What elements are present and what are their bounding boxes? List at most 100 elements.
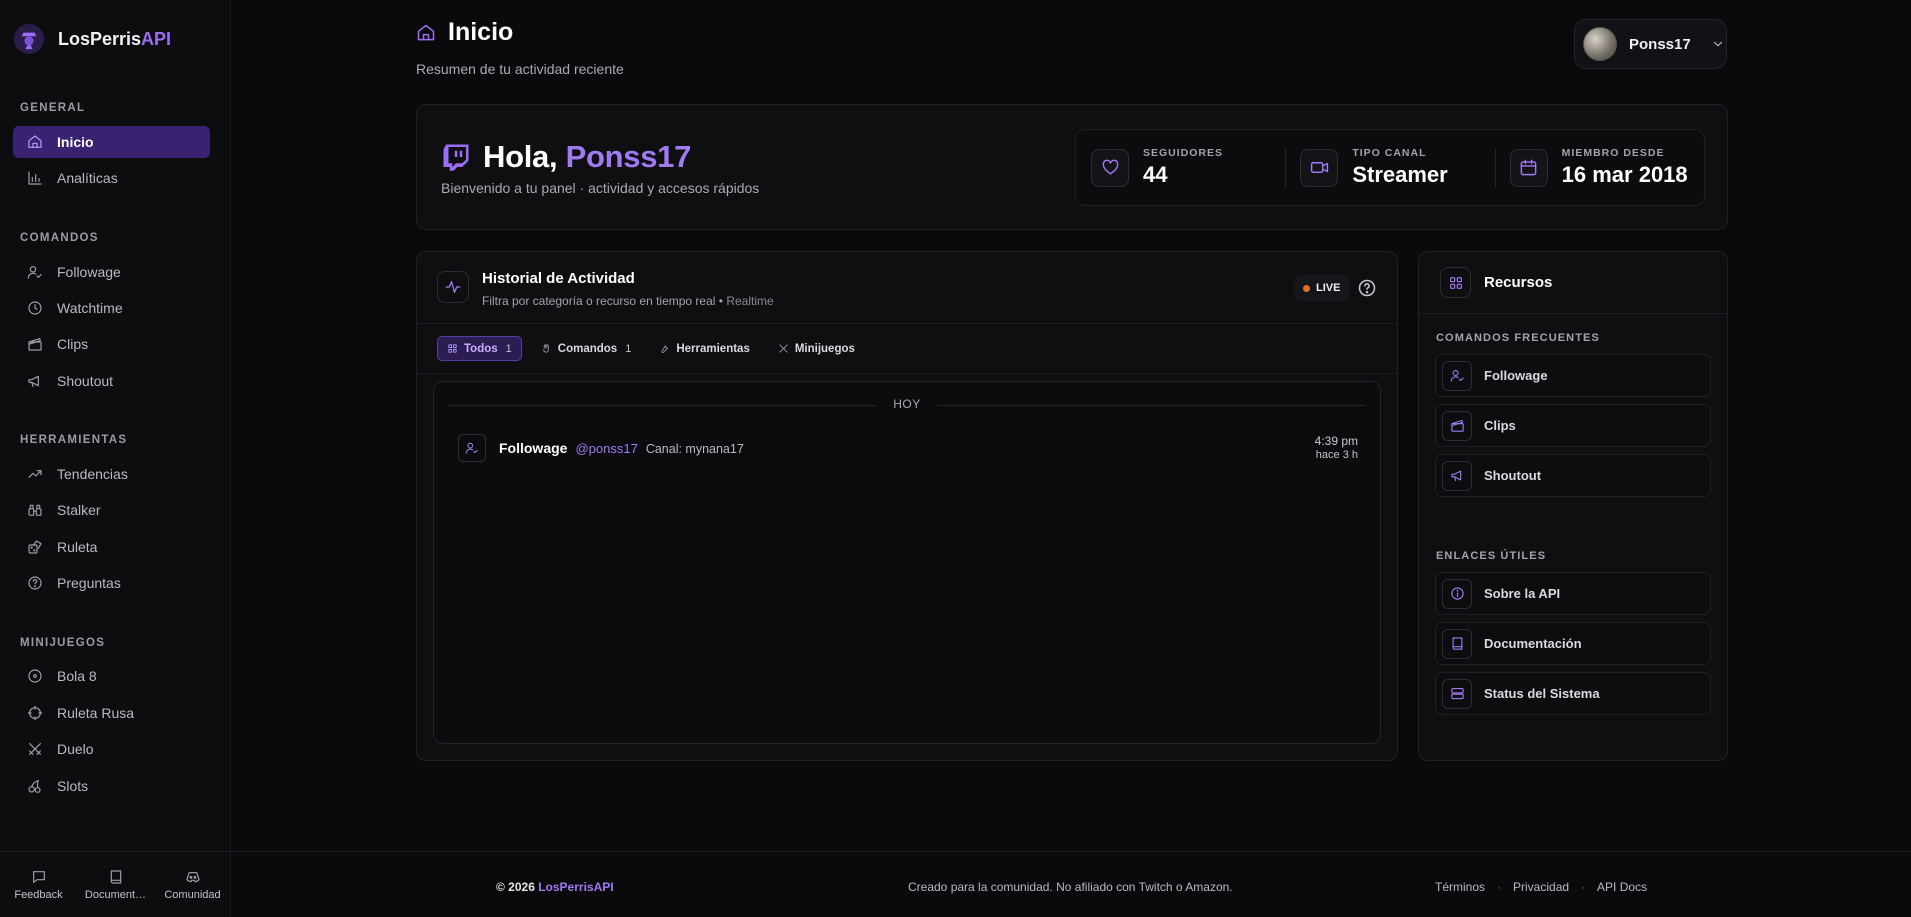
api-docs-link[interactable]: API Docs <box>1597 880 1647 894</box>
resource-label: Sobre la API <box>1484 586 1561 601</box>
activity-header: Historial de Actividad Filtra por catego… <box>417 252 1397 324</box>
sidebar-item-inicio[interactable]: Inicio <box>13 126 210 158</box>
sidebar-item-followage[interactable]: Followage <box>13 256 210 288</box>
stat-value: 44 <box>1143 162 1168 187</box>
community-label: Comunidad <box>164 888 221 901</box>
page-footer: © 2026 LosPerrisAPI Creado para la comun… <box>231 851 1911 917</box>
greeting-text: Hola, <box>483 139 566 174</box>
avatar <box>1583 27 1617 61</box>
activity-subtitle: Filtra por categoría o recurso en tiempo… <box>482 294 774 308</box>
clapperboard-icon <box>1450 419 1464 432</box>
sidebar-item-ruleta[interactable]: Ruleta <box>13 531 210 563</box>
sidebar-item-label: Duelo <box>57 741 94 757</box>
swords-icon <box>29 743 41 755</box>
filter-herramientas[interactable]: Herramientas <box>650 336 759 361</box>
sidebar-item-slots[interactable]: Slots <box>13 770 210 802</box>
server-icon <box>1450 687 1464 700</box>
clapperboard-icon <box>28 338 42 351</box>
separator: · <box>1497 880 1502 894</box>
realtime-label: Realtime <box>726 294 774 308</box>
detective-dog-logo-icon <box>14 24 44 54</box>
footer-brand-link[interactable]: LosPerrisAPI <box>538 880 613 894</box>
help-button[interactable] <box>1357 278 1377 298</box>
resource-icon-box <box>1442 628 1472 659</box>
user-menu-button[interactable]: Ponss17 <box>1574 19 1727 69</box>
twitch-icon <box>443 144 469 171</box>
filter-comandos[interactable]: Comandos 1 <box>532 336 641 361</box>
activity-filters: Todos 1 Comandos 1 Herramientas Minijueg… <box>437 336 864 361</box>
filter-todos[interactable]: Todos 1 <box>437 336 522 361</box>
sidebar-item-label: Ruleta <box>57 539 98 555</box>
resource-label: Shoutout <box>1484 468 1542 483</box>
stat-member-since: MIEMBRO DESDE 16 mar 2018 <box>1494 130 1704 205</box>
nav-section-general: GENERAL <box>20 102 86 114</box>
link-sobre-api[interactable]: Sobre la API <box>1435 572 1711 615</box>
event-text: Followage @ponss17 Canal: mynana17 <box>499 440 744 456</box>
resource-icon-box <box>1442 360 1472 391</box>
sidebar-item-ruleta-rusa[interactable]: Ruleta Rusa <box>13 697 210 729</box>
resource-followage[interactable]: Followage <box>1435 354 1711 397</box>
user-check-icon <box>27 266 42 279</box>
feedback-link[interactable]: Feedback <box>4 869 74 901</box>
resource-icon-box <box>1442 578 1472 609</box>
sidebar-item-preguntas[interactable]: Preguntas <box>13 567 210 599</box>
footer-links: Términos · Privacidad · API Docs <box>1435 880 1647 894</box>
live-label: LIVE <box>1316 282 1341 294</box>
stat-label: SEGUIDORES <box>1143 147 1224 159</box>
event-time: 4:39 pm hace 3 h <box>1315 434 1358 462</box>
sidebar-item-label: Clips <box>57 336 89 352</box>
sidebar-item-shoutout[interactable]: Shoutout <box>13 365 210 397</box>
divider <box>417 373 1397 374</box>
page-title: Inicio <box>416 18 624 47</box>
sidebar-item-label: Analíticas <box>57 170 118 186</box>
grid-icon <box>1449 276 1462 289</box>
sidebar-item-bola-8[interactable]: Bola 8 <box>13 660 210 692</box>
filter-label: Herramientas <box>676 342 750 355</box>
sidebar-item-analiticas[interactable]: Analíticas <box>13 162 210 194</box>
greeting: Hola, Ponss17 <box>483 139 691 175</box>
resources-icon-box <box>1440 267 1471 298</box>
link-status-sistema[interactable]: Status del Sistema <box>1435 672 1711 715</box>
resources-card: Recursos COMANDOS FRECUENTES Followage C… <box>1418 251 1728 761</box>
documentation-link[interactable]: Document… <box>81 869 151 901</box>
resource-label: Documentación <box>1484 636 1582 651</box>
cherries-icon <box>28 780 41 793</box>
activity-event[interactable]: Followage @ponss17 Canal: mynana17 4:39 … <box>458 434 1358 464</box>
book-icon <box>110 869 121 884</box>
stat-icon-box <box>1509 148 1548 187</box>
link-documentacion[interactable]: Documentación <box>1435 622 1711 665</box>
community-link[interactable]: Comunidad <box>158 869 228 901</box>
sidebar-item-label: Tendencias <box>57 466 128 482</box>
grid-icon <box>448 344 457 353</box>
sidebar-item-label: Followage <box>57 264 121 280</box>
filter-count: 1 <box>625 342 632 355</box>
feedback-label: Feedback <box>14 888 63 901</box>
terms-link[interactable]: Términos <box>1435 880 1485 894</box>
filter-count: 1 <box>505 342 512 355</box>
event-detail: Canal: mynana17 <box>645 442 744 456</box>
filter-minijuegos[interactable]: Minijuegos <box>769 336 864 361</box>
privacy-link[interactable]: Privacidad <box>1513 880 1569 894</box>
info-icon <box>1450 587 1464 600</box>
sidebar-item-clips[interactable]: Clips <box>13 328 210 360</box>
sidebar-footer: Feedback Document… Comunidad <box>0 851 231 917</box>
sidebar-item-tendencias[interactable]: Tendencias <box>13 458 210 490</box>
event-ago: hace 3 h <box>1315 449 1358 461</box>
sidebar-item-stalker[interactable]: Stalker <box>13 494 210 526</box>
sidebar-item-label: Watchtime <box>57 300 123 316</box>
resource-shoutout[interactable]: Shoutout <box>1435 454 1711 497</box>
live-badge: LIVE <box>1294 275 1350 301</box>
resource-clips[interactable]: Clips <box>1435 404 1711 447</box>
megaphone-icon <box>1450 470 1461 482</box>
user-check-icon <box>1450 369 1464 382</box>
stat-label: MIEMBRO DESDE <box>1561 147 1665 159</box>
stat-icon-box <box>1300 148 1339 187</box>
brand-logo-link[interactable]: LosPerrisAPI <box>14 24 171 54</box>
wrench-icon <box>661 345 669 353</box>
resources-header: Recursos <box>1419 252 1727 314</box>
sidebar-item-watchtime[interactable]: Watchtime <box>13 292 210 324</box>
book-icon <box>1452 637 1462 650</box>
sidebar-item-duelo[interactable]: Duelo <box>13 733 210 765</box>
heart-icon <box>1102 159 1118 175</box>
page-subtitle: Resumen de tu actividad reciente <box>416 61 624 77</box>
